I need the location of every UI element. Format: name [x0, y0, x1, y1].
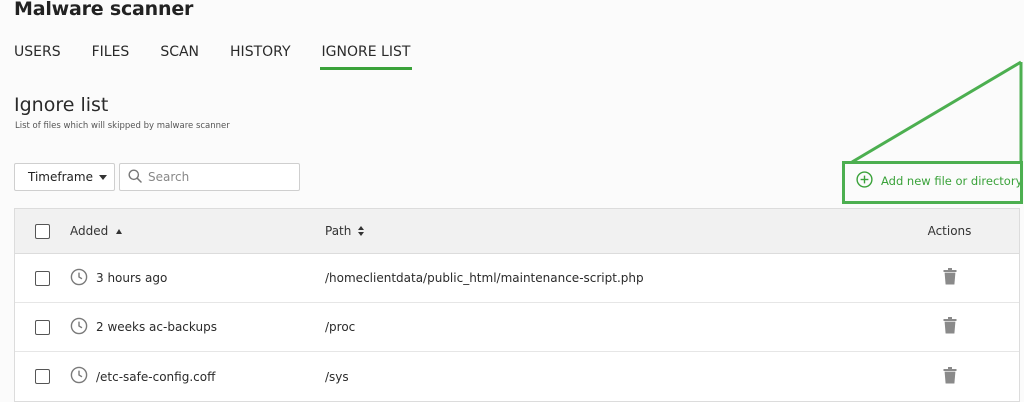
section-title: Ignore list	[14, 94, 109, 116]
select-all-checkbox[interactable]	[35, 223, 50, 239]
tab-bar: USERS FILES SCAN HISTORY IGNORE LIST	[14, 44, 441, 70]
row-checkbox[interactable]	[35, 270, 50, 286]
column-label-path: Path	[325, 224, 352, 238]
sort-ascending-icon	[116, 228, 123, 234]
row-path-value: /proc	[325, 320, 356, 334]
tab-ignore-list[interactable]: IGNORE LIST	[319, 44, 413, 70]
clock-icon	[70, 366, 88, 387]
timeframe-label: Timeframe	[28, 170, 93, 184]
timeframe-dropdown[interactable]: Timeframe	[14, 163, 115, 191]
table-row: 3 hours ago /homeclientdata/public_html/…	[15, 254, 1019, 303]
table-row: 2 weeks ac-backups /proc	[15, 303, 1019, 352]
column-header-added[interactable]: Added	[70, 224, 325, 238]
row-checkbox[interactable]	[35, 369, 50, 384]
section-subtitle: List of files which will skipped by malw…	[15, 121, 230, 131]
column-label-added: Added	[70, 224, 109, 238]
column-header-path[interactable]: Path	[325, 224, 880, 238]
row-added-value: /etc-safe-config.coff	[96, 369, 216, 384]
tab-users[interactable]: USERS	[14, 44, 61, 66]
table-row: /etc-safe-config.coff /sys	[15, 352, 1019, 401]
search-icon	[128, 168, 142, 187]
clock-icon	[70, 268, 88, 289]
column-header-actions: Actions	[927, 224, 972, 238]
trash-icon[interactable]	[943, 268, 957, 288]
clock-icon	[70, 317, 88, 338]
row-added-value: 3 hours ago	[96, 271, 168, 285]
row-path-value: /homeclientdata/public_html/maintenance-…	[325, 271, 644, 285]
sort-icon	[358, 226, 365, 236]
search-box[interactable]	[119, 163, 300, 191]
row-checkbox[interactable]	[35, 319, 50, 335]
trash-icon[interactable]	[943, 317, 957, 337]
trash-icon[interactable]	[943, 366, 957, 387]
tab-scan[interactable]: SCAN	[160, 44, 199, 66]
chevron-down-icon	[98, 174, 107, 180]
tab-history[interactable]: HISTORY	[230, 44, 291, 66]
search-input[interactable]	[148, 170, 288, 184]
app-title: Malware scanner	[14, 0, 194, 20]
row-added-value: 2 weeks ac-backups	[96, 320, 217, 334]
annotation-highlight-box	[842, 161, 1023, 204]
table-header: Added Path Actions	[15, 209, 1019, 254]
ignore-list-table: Added Path Actions 3 hours ago /homeclie…	[14, 208, 1020, 402]
tab-files[interactable]: FILES	[92, 44, 130, 66]
row-path-value: /sys	[325, 369, 349, 384]
